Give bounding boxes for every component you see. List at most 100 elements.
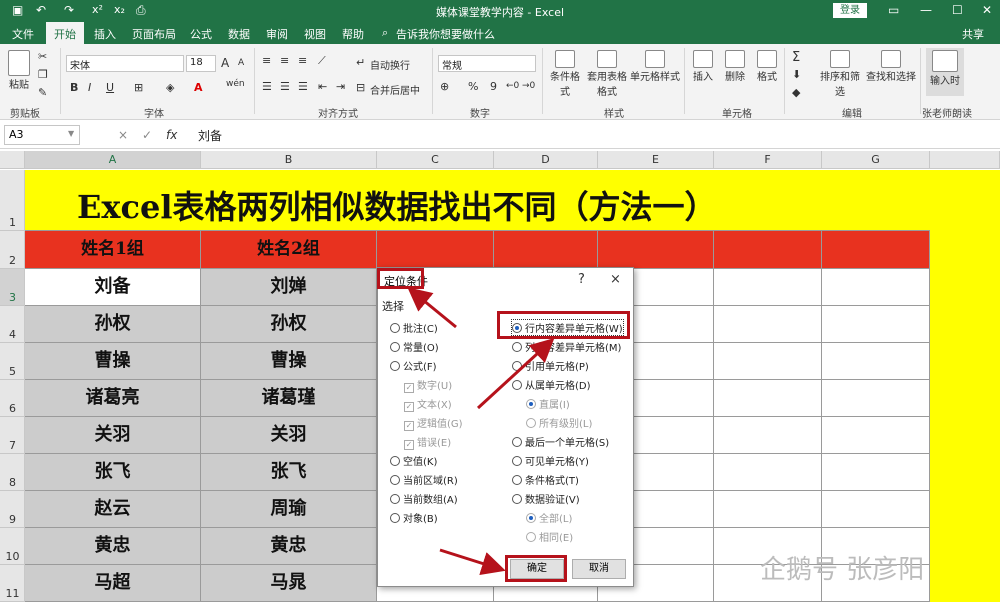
option-dependents[interactable]: 从属单元格(D) [512,377,591,392]
orientation-icon[interactable]: ⟋ [318,54,326,68]
delete-cells-button[interactable]: 删除 [722,50,748,83]
tab-page-layout[interactable]: 页面布局 [132,26,176,42]
column-header-g[interactable]: G [822,151,930,169]
find-select-button[interactable]: 查找和选择 [866,50,916,83]
cell-b11[interactable]: 马晁 [201,565,377,602]
align-top-icon[interactable]: ≡ [262,54,271,67]
maximize-icon[interactable]: ☐ [952,3,963,17]
align-bottom-icon[interactable]: ≡ [298,54,307,67]
minimize-icon[interactable]: — [920,3,932,17]
read-aloud-button[interactable]: 输入时 [926,48,964,96]
option-comments[interactable]: 批注(C) [390,320,438,335]
increase-decimal-icon[interactable]: ←0 [506,81,519,91]
cell-b8[interactable]: 张飞 [201,454,377,491]
option-column-differences[interactable]: 列内容差异单元格(M) [512,339,621,354]
italic-button[interactable]: I [88,81,91,94]
format-painter-icon[interactable]: ✎ [38,86,47,99]
column-header-h[interactable] [930,151,1000,169]
column-header-d[interactable]: D [494,151,598,169]
cut-icon[interactable]: ✂ [38,50,47,63]
header-cell-empty[interactable] [822,231,930,269]
row-header-9[interactable]: 9 [0,491,25,528]
cell-a6[interactable]: 诸葛亮 [25,380,201,417]
option-current-region[interactable]: 当前区域(R) [390,472,458,487]
tab-insert[interactable]: 插入 [94,26,116,42]
bold-button[interactable]: B [70,81,78,94]
header-cell-group2[interactable]: 姓名2组 [201,231,377,269]
row-header-7[interactable]: 7 [0,417,25,454]
formula-input[interactable]: 刘备 [198,127,222,144]
cell-a11[interactable]: 马超 [25,565,201,602]
tab-view[interactable]: 视图 [304,26,326,42]
tab-help[interactable]: 帮助 [342,26,364,42]
font-shrink-icon[interactable]: A [238,58,244,68]
phonetic-icon[interactable]: wén [226,79,245,89]
cell-a7[interactable]: 关羽 [25,417,201,454]
tell-me-search[interactable]: 告诉我你想要做什么 [396,26,495,42]
login-button[interactable]: 登录 [833,3,867,18]
fill-icon[interactable]: ⬇ [792,68,801,81]
cell-b5[interactable]: 曹操 [201,343,377,380]
cell-styles-button[interactable]: 单元格样式 [630,50,680,83]
cell-b7[interactable]: 关羽 [201,417,377,454]
format-as-table-button[interactable]: 套用表格格式 [586,50,628,98]
align-right-icon[interactable]: ☰ [298,80,308,93]
column-header-b[interactable]: B [201,151,377,169]
close-dialog-button[interactable]: × [610,272,621,287]
insert-function-button[interactable]: fx [166,128,177,142]
help-button[interactable]: ? [578,272,585,287]
accounting-format-icon[interactable]: ⊕ [440,80,449,93]
select-all-corner[interactable] [0,151,25,169]
wrap-text-icon[interactable]: ↵ [356,56,365,69]
cell-b6[interactable]: 诸葛瑾 [201,380,377,417]
name-box-dropdown-icon[interactable]: ▼ [68,129,74,138]
conditional-format-button[interactable]: 条件格式 [546,50,584,98]
clear-icon[interactable]: ◆ [792,86,800,99]
decrease-decimal-icon[interactable]: →0 [522,81,535,91]
share-button[interactable]: 共享 [962,26,984,42]
font-name-select[interactable]: 宋体 [66,55,184,72]
row-header-1[interactable]: 1 [0,170,25,231]
row-header-5[interactable]: 5 [0,343,25,380]
wrap-text-label[interactable]: 自动换行 [370,57,410,72]
cell-b9[interactable]: 周瑜 [201,491,377,528]
fill-color-icon[interactable]: ◈ [166,81,174,94]
underline-button[interactable]: U [106,81,114,94]
header-cell-empty[interactable] [598,231,714,269]
column-header-a[interactable]: A [25,151,201,169]
font-color-icon[interactable]: A [194,81,203,94]
align-left-icon[interactable]: ☰ [262,80,272,93]
column-header-e[interactable]: E [598,151,714,169]
percent-button[interactable]: % [468,80,478,93]
font-grow-icon[interactable]: A [221,56,229,70]
row-header-2[interactable]: 2 [0,231,25,269]
ribbon-options-icon[interactable]: ▭ [888,3,899,17]
increase-indent-icon[interactable]: ⇥ [336,80,345,93]
tab-file[interactable]: 文件 [12,26,34,42]
column-header-f[interactable]: F [714,151,822,169]
cell-a10[interactable]: 黄忠 [25,528,201,565]
option-last-cell[interactable]: 最后一个单元格(S) [512,434,609,449]
format-cells-button[interactable]: 格式 [754,50,780,83]
column-header-c[interactable]: C [377,151,494,169]
option-precedents[interactable]: 引用单元格(P) [512,358,589,373]
merge-center-icon[interactable]: ⊟ [356,81,365,94]
enter-formula-button[interactable]: ✓ [142,128,152,142]
align-center-icon[interactable]: ☰ [280,80,290,93]
paste-button[interactable]: 粘贴 [6,50,32,91]
header-cell-empty[interactable] [377,231,494,269]
insert-cells-button[interactable]: 插入 [690,50,716,83]
tab-formulas[interactable]: 公式 [190,26,212,42]
row-header-8[interactable]: 8 [0,454,25,491]
cell-a4[interactable]: 孙权 [25,306,201,343]
option-blanks[interactable]: 空值(K) [390,453,437,468]
option-conditional-formats[interactable]: 条件格式(T) [512,472,579,487]
row-header-10[interactable]: 10 [0,528,25,565]
option-constants[interactable]: 常量(O) [390,339,439,354]
cancel-formula-button[interactable]: × [118,128,128,142]
option-current-array[interactable]: 当前数组(A) [390,491,458,506]
row-header-11[interactable]: 11 [0,565,25,602]
number-format-select[interactable]: 常规 [438,55,536,72]
cell-a8[interactable]: 张飞 [25,454,201,491]
align-middle-icon[interactable]: ≡ [280,54,289,67]
